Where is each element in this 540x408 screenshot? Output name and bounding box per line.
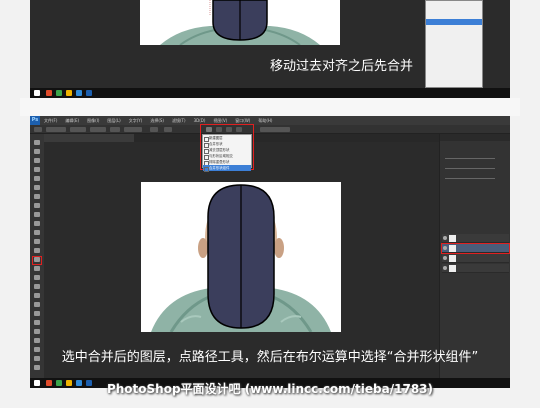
app-icon[interactable] [76,90,82,96]
properties-panel [443,144,508,200]
canvas-main [141,182,341,332]
tool-icon[interactable] [34,266,40,271]
visibility-eye-icon[interactable] [443,246,447,250]
tool-icon[interactable] [34,320,40,325]
right-panels [439,134,510,378]
menu-item[interactable]: 选择(S) [146,118,168,124]
tool-icon[interactable] [34,275,40,280]
tool-icon[interactable] [34,176,40,181]
watermark: PhotoShop平面设计吧 (www.lincc.com/tieba/1783… [106,382,434,396]
screenshot-top: 移动过去对齐之后先合并 [30,0,510,98]
menu-item[interactable]: 文件(F) [40,118,61,124]
tool-icon[interactable] [34,167,40,172]
width-field[interactable] [150,127,158,132]
tool-icon[interactable] [34,284,40,289]
visibility-eye-icon[interactable] [443,236,447,240]
separator [20,98,520,116]
portrait-figure-main [151,184,331,332]
mode-select[interactable] [46,127,66,132]
panel-tab[interactable] [452,134,458,141]
tool-icon[interactable] [34,185,40,190]
tool-icon[interactable] [34,194,40,199]
tool-icon[interactable] [34,239,40,244]
options-bar [30,125,510,134]
tool-icon[interactable] [34,203,40,208]
tool-icon[interactable] [34,365,40,370]
caption-top: 移动过去对齐之后先合并 [270,59,414,74]
document-tab[interactable] [44,134,134,142]
slider[interactable] [445,158,495,159]
menu-item[interactable]: 窗口(W) [231,118,254,124]
menu-item[interactable]: 文字(Y) [125,118,147,124]
layer-row[interactable] [442,264,509,273]
panel-tabs [440,134,510,141]
tool-icon[interactable] [34,338,40,343]
tool-icon[interactable] [34,158,40,163]
stroke-option[interactable] [90,127,106,132]
layer-thumbnail [449,255,456,262]
tool-icon[interactable] [34,149,40,154]
tool-icon[interactable] [34,302,40,307]
tools-panel [30,134,44,378]
windows-start-icon[interactable] [34,90,40,96]
tool-icon[interactable] [34,230,40,235]
layer-row[interactable] [442,234,509,243]
visibility-eye-icon[interactable] [443,256,447,260]
tool-icon[interactable] [34,221,40,226]
tool-icon[interactable] [34,311,40,316]
align-edges-option[interactable] [260,127,290,132]
portrait-figure-top [160,0,320,45]
tool-icon[interactable] [34,257,40,262]
tool-icon[interactable] [34,140,40,145]
tool-icon[interactable] [34,248,40,253]
stroke-type-select[interactable] [124,127,142,132]
context-menu-item[interactable] [426,73,482,79]
menu-item[interactable]: 视图(V) [209,118,231,124]
path-operations-dropdown: 新建图层 合并形状 减去顶层形状 与形状区域相交 排除重叠形状 合并形状组件 [202,134,252,172]
tool-icon[interactable] [34,329,40,334]
menu-item[interactable]: 图像(I) [83,118,103,124]
menu-item[interactable]: 帮助(H) [254,118,276,124]
context-menu [425,0,483,88]
layer-thumbnail [449,235,456,242]
layer-row[interactable] [442,244,509,253]
height-field[interactable] [164,127,172,132]
layer-thumbnail [449,245,456,252]
photoshop-logo: Ps [30,116,40,125]
app-icon[interactable] [46,90,52,96]
stroke-width-field[interactable] [110,127,120,132]
page: 移动过去对齐之后先合并 Ps 文件(F) 编辑(E) 图像(I) 图层(L) 文字(Y)… [0,0,540,408]
layer-thumbnail [449,265,456,272]
photoshop-taskbar-icon[interactable] [86,90,92,96]
app-icon[interactable] [56,90,62,96]
path-operation-option[interactable]: 合并形状组件 [203,165,251,172]
canvas-top [140,0,340,45]
layer-row[interactable] [442,254,509,263]
tool-icon[interactable] [34,293,40,298]
layers-panel [440,226,510,286]
app-icon[interactable] [66,90,72,96]
menu-item[interactable]: 编辑(E) [61,118,83,124]
slider[interactable] [445,168,495,169]
caption-main: 选中合并后的图层，点路径工具，然后在布尔运算中选择“合并形状组件” [61,350,479,365]
menu-item[interactable]: 滤镜(T) [168,118,190,124]
slider[interactable] [445,178,495,179]
menu-item[interactable]: 3D(D) [190,118,210,123]
taskbar-top [30,88,510,98]
screenshot-main: Ps 文件(F) 编辑(E) 图像(I) 图层(L) 文字(Y) 选择(S) 滤镜(T) 3D… [30,116,510,388]
tool-preset-button[interactable] [34,127,42,132]
menu-bar: Ps 文件(F) 编辑(E) 图像(I) 图层(L) 文字(Y) 选择(S) 滤镜(T) 3D… [30,116,510,125]
fill-option[interactable] [70,127,86,132]
visibility-eye-icon[interactable] [443,266,447,270]
menu-item[interactable]: 图层(L) [103,118,124,124]
tool-icon[interactable] [34,212,40,217]
